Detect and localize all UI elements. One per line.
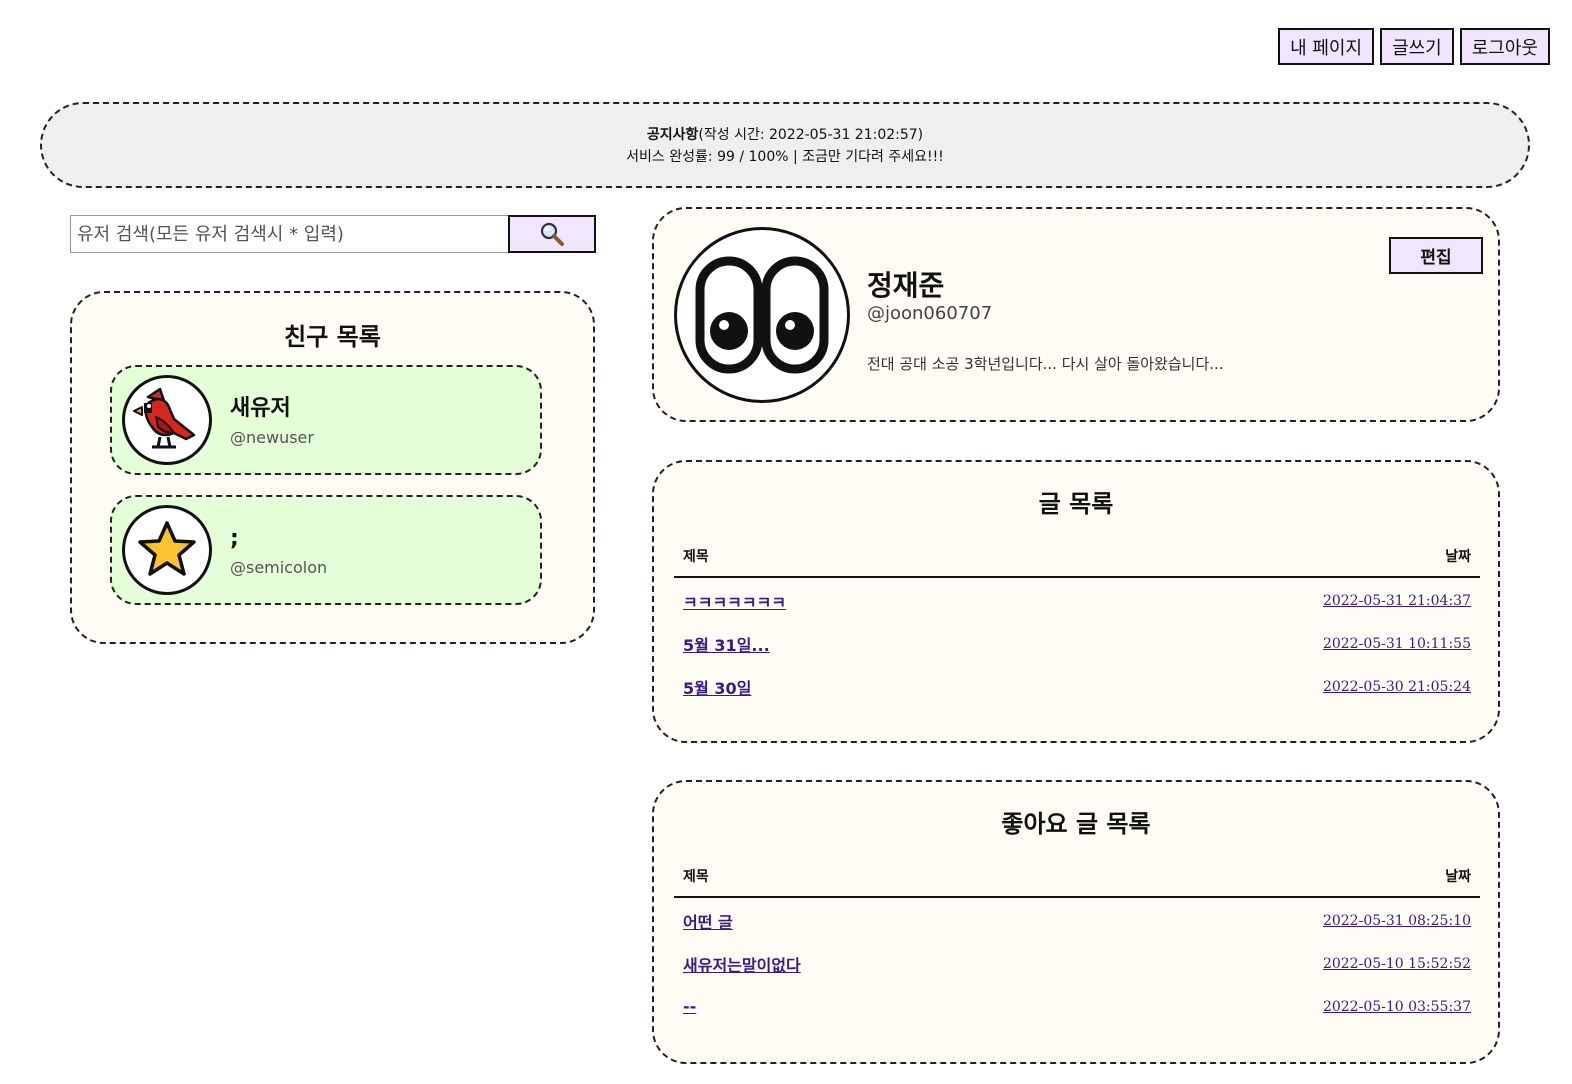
friend-item-newuser[interactable]: 새유저 @newuser [110,365,542,475]
user-search-input[interactable] [70,215,508,253]
notice-header: 공지사항(작성 시간: 2022-05-31 21:02:57) [42,124,1528,146]
table-row: 5월 31일... 2022-05-31 10:11:55 [674,622,1480,665]
notice-banner: 공지사항(작성 시간: 2022-05-31 21:02:57) 서비스 완성률… [40,102,1530,188]
liked-posts-title: 좋아요 글 목록 [1001,810,1151,838]
friends-title: 친구 목록 [284,323,381,351]
table-row: 5월 30일 2022-05-30 21:05:24 [674,665,1480,708]
search-icon [540,222,564,246]
table-row: 새유저는말이없다 2022-05-10 15:52:52 [674,942,1480,985]
profile-bio: 전대 공대 소공 3학년입니다... 다시 살아 돌아왔습니다... [867,355,1224,373]
posts-card: 글 목록 제목 날짜 ㅋㅋㅋㅋㅋㅋㅋ 2022-05-31 21:04:37 5… [652,460,1500,743]
liked-posts-table: 제목 날짜 어떤 글 2022-05-31 08:25:10 새유저는말이없다 … [674,866,1480,1028]
friend-info: 새유저 @newuser [230,394,314,447]
table-row: ㅋㅋㅋㅋㅋㅋㅋ 2022-05-31 21:04:37 [674,579,1480,622]
friend-name: ; [230,525,239,551]
eyes-icon [695,256,829,374]
post-title-link[interactable]: 어떤 글 [683,909,733,933]
post-date-link[interactable]: 2022-05-31 08:25:10 [1323,913,1471,929]
my-page-button[interactable]: 내 페이지 [1278,28,1375,65]
notice-title: 공지사항 [646,127,699,143]
table-row: 어떤 글 2022-05-31 08:25:10 [674,899,1480,942]
posts-table: 제목 날짜 ㅋㅋㅋㅋㅋㅋㅋ 2022-05-31 21:04:37 5월 31일… [674,546,1480,708]
post-date-link[interactable]: 2022-05-10 15:52:52 [1323,956,1471,972]
avatar [674,227,850,403]
column-title: 제목 [683,869,709,885]
column-date: 날짜 [1445,549,1471,565]
logout-button[interactable]: 로그아웃 [1459,28,1550,65]
edit-profile-button[interactable]: 편집 [1389,237,1483,274]
avatar [122,505,212,595]
top-nav: 내 페이지 글쓰기 로그아웃 [1278,28,1550,65]
write-button[interactable]: 글쓰기 [1380,28,1454,65]
user-search [70,215,596,253]
post-title-link[interactable]: 5월 30일 [683,675,751,699]
post-date-link[interactable]: 2022-05-10 03:55:37 [1323,999,1471,1015]
friend-name: 새유저 [230,395,291,421]
post-title-link[interactable]: 5월 31일... [683,632,770,656]
notice-time: (작성 시간: 2022-05-31 21:02:57) [698,127,924,143]
profile-card: 정재준 @joon060707 전대 공대 소공 3학년입니다... 다시 살아… [652,207,1500,422]
table-row: -- 2022-05-10 03:55:37 [674,985,1480,1028]
post-date-link[interactable]: 2022-05-31 10:11:55 [1323,636,1471,652]
avatar [122,375,212,465]
friend-info: ; @semicolon [230,524,327,577]
post-date-link[interactable]: 2022-05-30 21:05:24 [1323,679,1471,695]
post-title-link[interactable]: ㅋㅋㅋㅋㅋㅋㅋ [683,589,786,613]
profile-handle: @joon060707 [867,303,993,324]
profile-name: 정재준 [867,269,945,302]
friend-handle: @semicolon [230,557,328,577]
friends-card: 친구 목록 새유저 @newuser ; @semicolon [70,291,595,644]
friend-handle: @newuser [230,427,314,447]
liked-posts-card: 좋아요 글 목록 제목 날짜 어떤 글 2022-05-31 08:25:10 … [652,780,1500,1064]
notice-body: 서비스 완성률: 99 / 100% | 조금만 기다려 주세요!!! [626,149,944,165]
posts-title: 글 목록 [1038,490,1114,518]
table-header: 제목 날짜 [674,546,1480,578]
search-button[interactable] [508,215,596,253]
friend-item-semicolon[interactable]: ; @semicolon [110,495,542,605]
post-title-link[interactable]: -- [683,997,696,1016]
star-icon [138,521,196,576]
post-date-link[interactable]: 2022-05-31 21:04:37 [1323,593,1471,609]
cardinal-bird-icon [133,387,196,449]
table-header: 제목 날짜 [674,866,1480,898]
column-date: 날짜 [1445,869,1471,885]
column-title: 제목 [683,549,709,565]
post-title-link[interactable]: 새유저는말이없다 [683,952,801,976]
